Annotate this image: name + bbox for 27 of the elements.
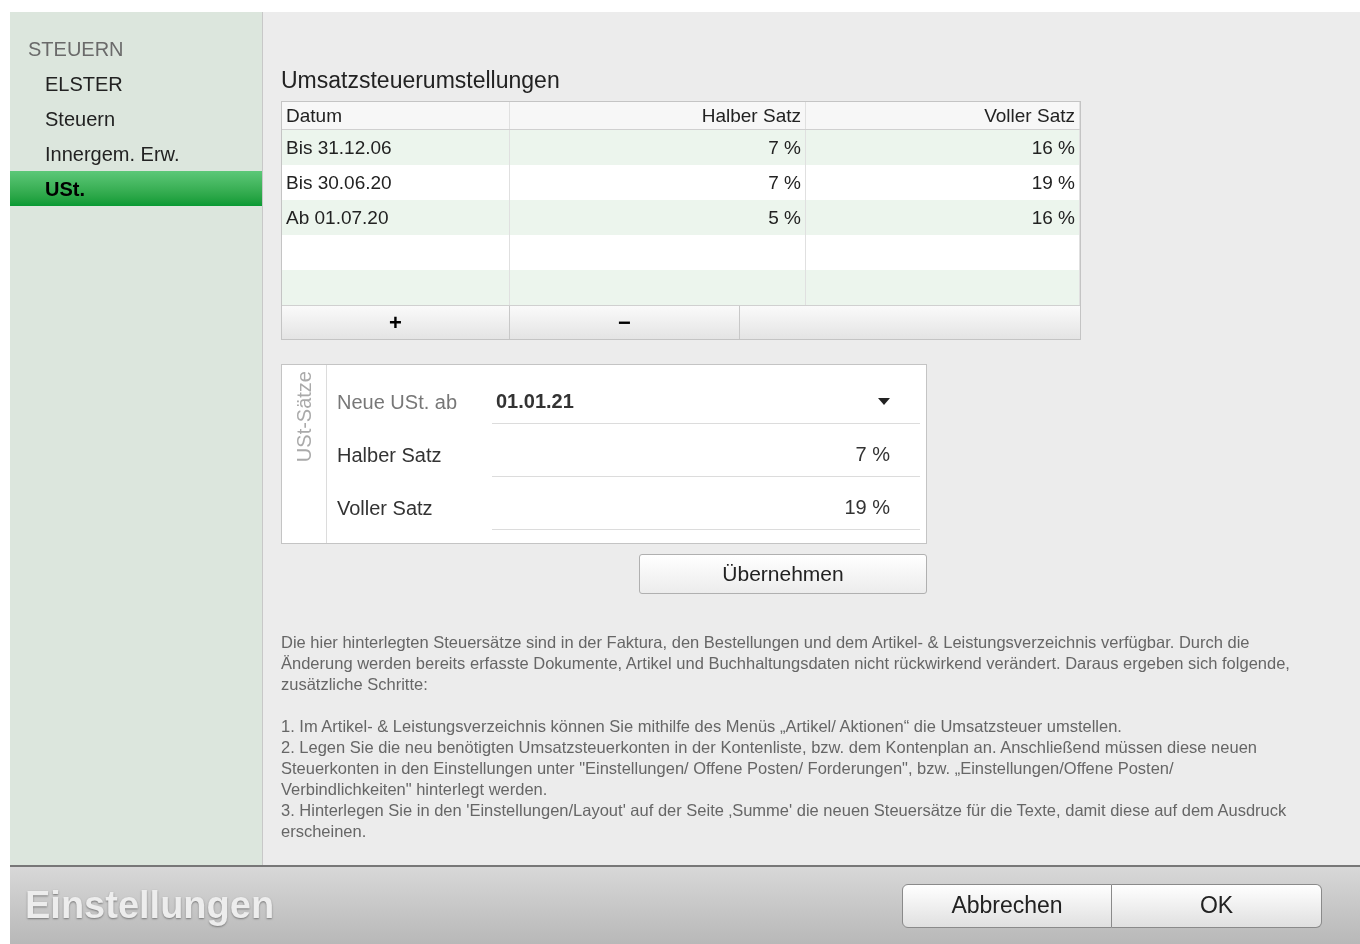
sidebar-item[interactable]: Steuern [10,101,262,136]
column-header[interactable]: Datum [282,102,510,129]
sidebar-item[interactable]: Innergem. Erw. [10,136,262,171]
section-title: Umsatzsteuerumstellungen [281,66,561,95]
step-text: 2. Legen Sie die neu benötigten Umsatzsteuerkonten in der Kontenliste, bzw. dem Kontenplan an. Anschließend müssen diese neuen Steuerkonten in den Einstellungen unter "Einstellungen/ Offene Posten/ Forderungen", bzw. „Einstellungen/Offene Posten/ Verbindlichkeiten" hinterlegt werden. [281,737,1258,800]
rate-field[interactable]: 19 % [492,485,920,530]
apply-button[interactable]: Übernehmen [639,554,927,594]
sidebar-item[interactable]: USt. [10,171,262,206]
field-label: Halber Satz [337,442,443,468]
date-dropdown[interactable]: 01.01.21 [492,379,920,424]
column-header[interactable]: Halber Satz [510,102,806,129]
sidebar-item[interactable]: ELSTER [10,66,262,101]
cancel-button[interactable]: Abbrechen [902,883,1112,928]
step-text: 1. Im Artikel- & Leistungsverzeichnis können Sie mithilfe des Menüs „Artikel/ Aktionen“ die Umsatzsteuer umstellen. [281,716,1123,737]
field-label: Voller Satz [337,495,434,521]
ok-button[interactable]: OK [1112,883,1322,928]
sidebar-section-title: STEUERN [28,37,125,62]
panel-legend: USt-Sätze [289,371,319,463]
field-label: Neue USt. ab [337,389,459,415]
step-text: 3. Hinterlegen Sie in den 'Einstellungen/Layout' auf der Seite ‚Summe' die neuen Steuersätze für die Texte, damit diese auf dem Ausdruck erscheinen. [281,800,1288,842]
remove-row-button[interactable]: − [510,306,740,339]
add-row-button[interactable]: + [282,306,510,339]
rate-field[interactable]: 7 % [492,432,920,477]
description-text: Die hier hinterlegten Steuersätze sind in der Faktura, den Bestellungen und dem Artikel- & Leistungsverzeichnis verfügbar. Durch die Änderung werden bereits erfasste Dokumente, Artikel und Buchhaltungsdaten nicht rückwirkend verändert. Daraus ergeben sich folgende, zusätzliche Schritte: [281,632,1291,695]
window-title: Einstellungen [25,883,276,928]
caret-icon [878,397,890,405]
column-header[interactable]: Voller Satz [806,102,1080,129]
